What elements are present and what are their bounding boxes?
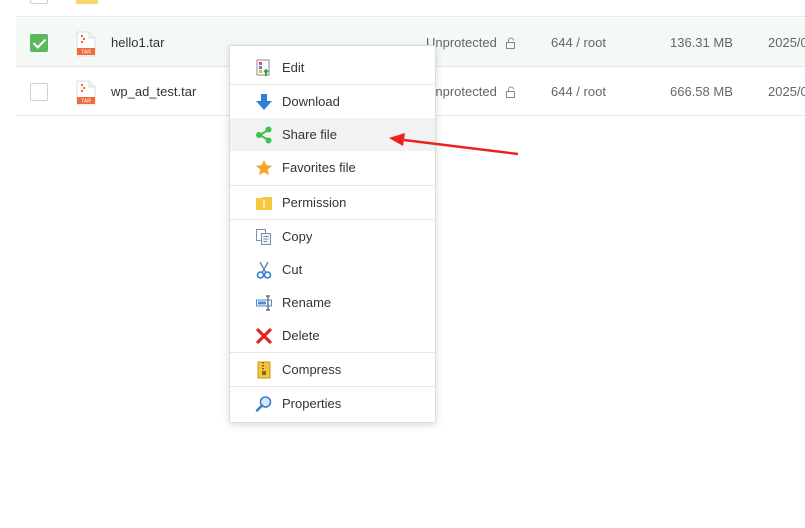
context-menu: Edit Download Share file Favorites file (229, 45, 436, 423)
zip-icon (257, 361, 271, 379)
magnifier-icon (255, 396, 272, 412)
protection-status[interactable]: Unprotected (426, 84, 517, 99)
menu-item-label: Favorites file (282, 160, 356, 175)
svg-text:TAR: TAR (81, 99, 91, 105)
menu-item-label: Download (282, 94, 340, 109)
table-row-partial[interactable] (16, 0, 805, 17)
menu-item-label: Rename (282, 295, 332, 310)
row-checkbox[interactable] (30, 83, 48, 101)
file-date: 2025/0 (768, 84, 805, 99)
menu-item-favorites-file[interactable]: Favorites file (230, 151, 435, 184)
menu-item-delete[interactable]: Delete (230, 319, 435, 352)
file-date: 2025/0 (768, 35, 805, 50)
protection-label: Unprotected (426, 84, 497, 99)
tar-file-icon: TAR (76, 31, 96, 57)
unlock-icon (505, 37, 515, 49)
menu-item-permission[interactable]: Permission (230, 186, 435, 219)
delete-icon (256, 328, 272, 344)
rename-icon (256, 295, 272, 311)
menu-item-edit[interactable]: Edit (230, 51, 435, 84)
folder-icon (76, 0, 98, 4)
menu-item-label: Properties (282, 396, 342, 411)
menu-item-label: Permission (282, 195, 347, 210)
star-icon (256, 160, 272, 176)
menu-item-compress[interactable]: Compress (230, 353, 435, 386)
menu-item-rename[interactable]: Rename (230, 286, 435, 319)
menu-item-copy[interactable]: Copy (230, 220, 435, 253)
edit-icon (256, 59, 270, 76)
download-icon (256, 94, 272, 110)
permission-folder-icon (256, 197, 272, 210)
menu-item-properties[interactable]: Properties (230, 387, 435, 420)
row-checkbox[interactable] (30, 0, 48, 4)
file-name[interactable]: wp_ad_test.tar (111, 84, 196, 99)
file-name[interactable]: hello1.tar (111, 35, 164, 50)
menu-item-label: Copy (282, 229, 313, 244)
menu-item-label: Compress (282, 362, 342, 377)
row-checkbox-checked[interactable] (30, 34, 48, 52)
menu-item-label: Delete (282, 328, 320, 343)
menu-item-share-file[interactable]: Share file (230, 118, 435, 151)
protection-label: Unprotected (426, 35, 497, 50)
file-permission[interactable]: 644 / root (551, 84, 606, 99)
copy-icon (256, 229, 271, 245)
svg-text:TAR: TAR (81, 50, 91, 56)
file-size: 666.58 MB (670, 84, 733, 99)
menu-item-label: Share file (282, 127, 337, 142)
file-size: 136.31 MB (670, 35, 733, 50)
menu-item-download[interactable]: Download (230, 85, 435, 118)
share-icon (256, 126, 272, 144)
scissors-icon (256, 261, 272, 279)
protection-status[interactable]: Unprotected (426, 35, 517, 50)
menu-item-label: Cut (282, 262, 303, 277)
unlock-icon (505, 86, 515, 98)
menu-item-label: Edit (282, 60, 305, 75)
menu-item-cut[interactable]: Cut (230, 253, 435, 286)
tar-file-icon: TAR (76, 80, 96, 106)
file-permission[interactable]: 644 / root (551, 35, 606, 50)
